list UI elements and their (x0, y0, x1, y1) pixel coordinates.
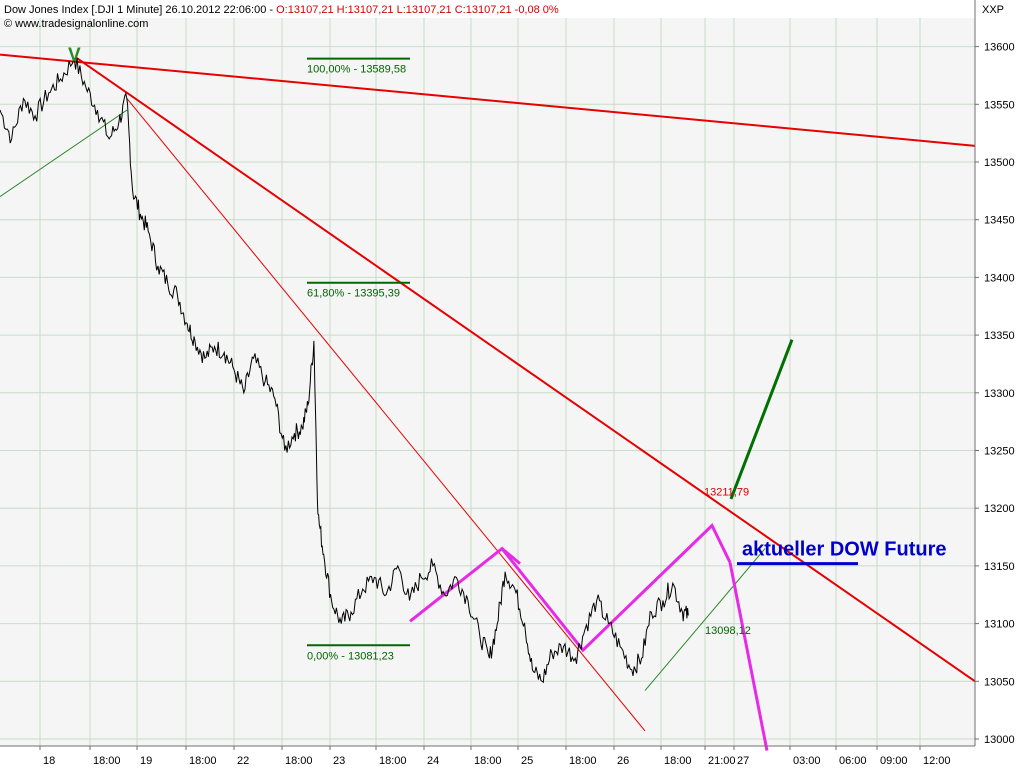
x-tick-label-17: 06:00 (839, 755, 867, 767)
fib-label-1: 61,80% - 13395,39 (307, 288, 400, 300)
y-tick-label-12: 13600 (984, 42, 1015, 54)
x-tick-label-2: 19 (140, 755, 152, 767)
y-tick-label-4: 13200 (984, 503, 1015, 515)
y-tick-label-5: 13250 (984, 446, 1015, 458)
header-separator: - (266, 4, 276, 16)
y-tick-label-10: 13500 (984, 157, 1015, 169)
last-value-label: 13098,12 (705, 625, 751, 637)
x-tick-label-3: 18:00 (189, 755, 217, 767)
y-tick-label-1: 13050 (984, 676, 1015, 688)
x-tick-label-16: 03:00 (793, 755, 821, 767)
x-tick-label-8: 24 (427, 755, 439, 767)
y-tick-label-0: 13000 (984, 734, 1015, 746)
x-tick-label-11: 18:00 (569, 755, 597, 767)
x-tick-label-12: 26 (617, 755, 629, 767)
header-source: © www.tradesignalonline.com (4, 18, 148, 30)
axis-code: XXP (982, 4, 1004, 16)
x-tick-label-6: 23 (333, 755, 345, 767)
y-tick-label-2: 13100 (984, 619, 1015, 631)
x-tick-label-10: 25 (521, 755, 533, 767)
y-tick-label-6: 13300 (984, 388, 1015, 400)
trend-value-label: 13211,79 (704, 487, 749, 499)
y-tick-label-3: 13150 (984, 561, 1015, 573)
y-tick-label-7: 13350 (984, 330, 1015, 342)
x-tick-label-5: 18:00 (285, 755, 313, 767)
x-tick-label-1: 18:00 (93, 755, 121, 767)
x-axis: 18 18:00 19 18:00 22 18:00 23 18:00 24 18:00 25 18:… (40, 746, 951, 767)
x-tick-label-18: 09:00 (880, 755, 908, 767)
header-ohlc: O:13107,21 H:13107,21 L:13107,21 C:13107… (276, 4, 559, 16)
x-tick-label-9: 18:00 (474, 755, 502, 767)
x-tick-label-14: 21:00 (708, 755, 736, 767)
x-tick-label-4: 22 (237, 755, 249, 767)
x-tick-label-7: 18:00 (379, 755, 407, 767)
dow-jones-chart: 13000 13050 13100 13150 13200 13250 13300 13350… (0, 0, 1024, 768)
y-tick-label-9: 13450 (984, 215, 1015, 227)
y-tick-label-11: 13550 (984, 99, 1015, 111)
fib-label-2: 0,00% - 13081,23 (307, 650, 394, 662)
fib-label-0: 100,00% - 13589,58 (307, 64, 406, 76)
header-instrument: Dow Jones Index [.DJI 1 Minute] 26.10.20… (4, 4, 266, 16)
top-marker: V (68, 45, 81, 66)
future-label: aktueller DOW Future (742, 539, 946, 561)
header-line: Dow Jones Index [.DJI 1 Minute] 26.10.20… (4, 4, 559, 16)
x-tick-label-13: 18:00 (664, 755, 692, 767)
x-tick-label-19: 12:00 (923, 755, 951, 767)
plot-background (0, 18, 975, 746)
x-tick-label-15: 27 (737, 755, 749, 767)
x-tick-label-0: 18 (43, 755, 55, 767)
y-tick-label-8: 13400 (984, 272, 1015, 284)
